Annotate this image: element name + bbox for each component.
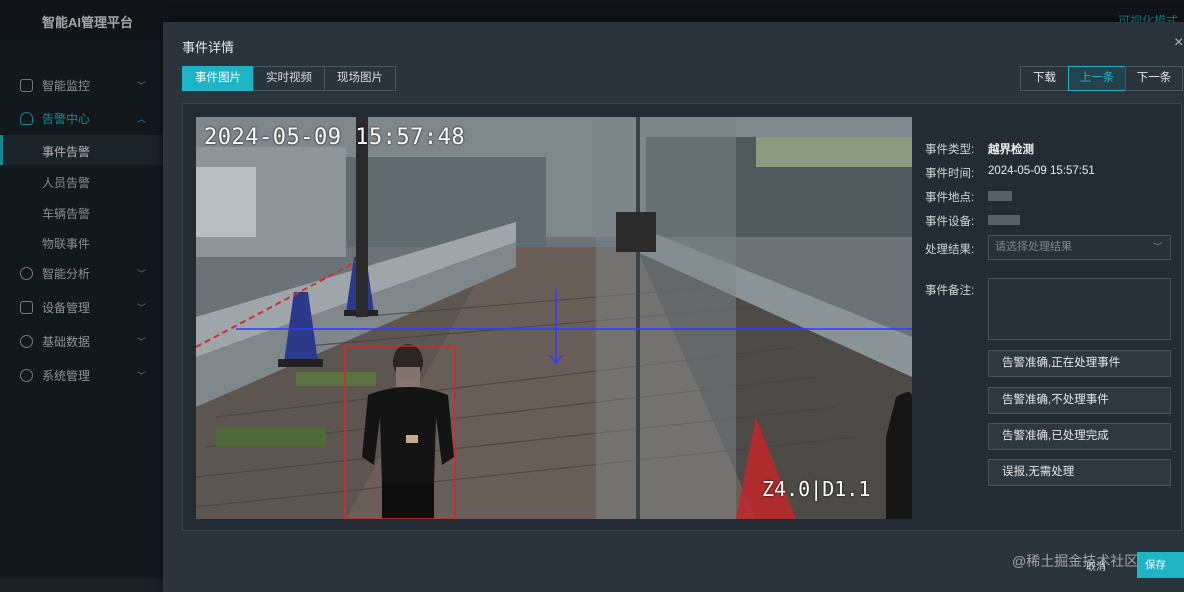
tab-event-image[interactable]: 事件图片 (182, 66, 254, 91)
previous-button[interactable]: 上一条 (1068, 66, 1126, 91)
event-location-label: 事件地点: (925, 192, 975, 204)
option-confirm-processing-button[interactable]: 告警准确,正在处理事件 (988, 350, 1171, 377)
close-icon[interactable]: × (1174, 34, 1183, 52)
event-time-label: 事件时间: (925, 168, 975, 180)
modal-title: 事件详情 (182, 40, 235, 55)
action-bar: 下载 上一条 下一条 (1020, 66, 1183, 91)
event-photo[interactable]: 2024-05-09 15:57:48 Z4.0|D1.1 (196, 117, 912, 519)
event-time-value: 2024-05-09 15:57:51 (988, 165, 1095, 177)
watermark-text: @稀土掘金技术社区 (1012, 553, 1139, 569)
redacted-location (988, 191, 1012, 201)
tab-live-video[interactable]: 实时视频 (253, 66, 325, 91)
result-label: 处理结果: (925, 244, 975, 256)
result-placeholder: 请选择处理结果 (995, 241, 1072, 253)
photo-zoom-overlay: Z4.0|D1.1 (762, 477, 871, 501)
event-detail-modal: 事件详情 × 事件图片 实时视频 现场图片 下载 上一条 下一条 2024-05… (163, 22, 1184, 592)
result-select[interactable]: 请选择处理结果 ﹀ (988, 235, 1171, 260)
chevron-down-icon: ﹀ (1152, 242, 1162, 252)
remark-label: 事件备注: (925, 285, 975, 297)
surveillance-scene (196, 117, 912, 519)
event-type-label: 事件类型: (925, 144, 975, 156)
tab-bar: 事件图片 实时视频 现场图片 (182, 66, 396, 91)
save-button[interactable]: 保存 (1137, 552, 1184, 578)
content-panel: 2024-05-09 15:57:48 Z4.0|D1.1 事件类型: 越界检测… (182, 103, 1182, 531)
next-button[interactable]: 下一条 (1125, 66, 1183, 91)
remark-textarea[interactable] (988, 278, 1171, 340)
option-confirm-ignore-button[interactable]: 告警准确,不处理事件 (988, 387, 1171, 414)
download-button[interactable]: 下载 (1020, 66, 1069, 91)
option-confirm-done-button[interactable]: 告警准确,已处理完成 (988, 423, 1171, 450)
event-type-value: 越界检测 (988, 144, 1034, 156)
option-false-alarm-button[interactable]: 误报,无需处理 (988, 459, 1171, 486)
photo-timestamp: 2024-05-09 15:57:48 (204, 125, 466, 150)
event-device-label: 事件设备: (925, 216, 975, 228)
redacted-device (988, 215, 1020, 225)
tab-scene-image[interactable]: 现场图片 (324, 66, 396, 91)
